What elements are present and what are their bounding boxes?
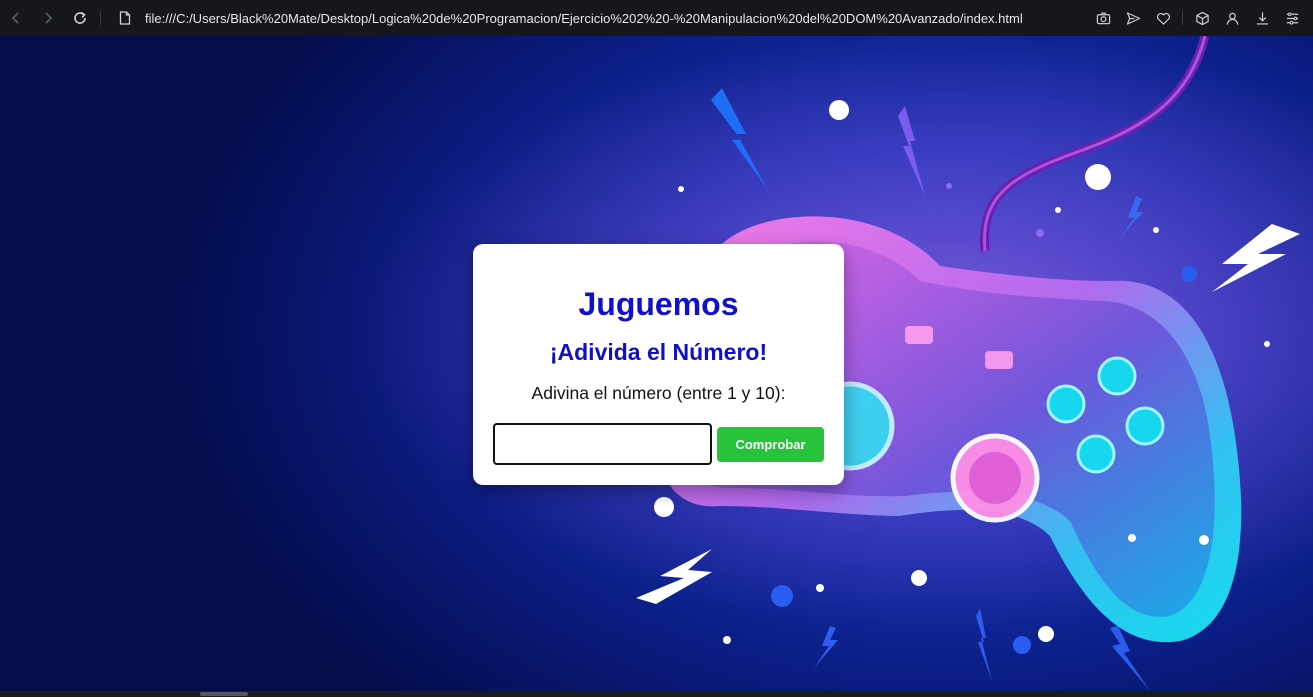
send-icon [1126, 11, 1140, 25]
reload-icon [74, 11, 86, 24]
forward-arrow-icon [45, 12, 53, 24]
profile-icon [1226, 12, 1238, 25]
easy-setup-button[interactable] [1277, 3, 1307, 33]
heart-icon [1156, 12, 1170, 25]
address-bar[interactable]: file:///C:/Users/Black%20Mate/Desktop/Lo… [145, 11, 1023, 26]
page-viewport: Juguemos ¡Adivida el Número! Adivina el … [0, 36, 1313, 691]
send-button[interactable] [1118, 3, 1148, 33]
check-button[interactable]: Comprobar [717, 427, 824, 462]
guess-input[interactable] [493, 423, 712, 465]
game-subtitle: ¡Adivida el Número! [549, 339, 768, 365]
horizontal-scrollbar[interactable] [0, 691, 1313, 697]
guess-form: Comprobar [493, 423, 824, 465]
tools-divider [1182, 11, 1183, 25]
cube-icon [1195, 11, 1209, 25]
download-icon [1256, 11, 1268, 25]
extensions-button[interactable] [1187, 3, 1217, 33]
profile-button[interactable] [1217, 3, 1247, 33]
scrollbar-thumb[interactable] [200, 692, 248, 696]
toolbar-divider [100, 11, 101, 25]
menu-icon [1286, 11, 1298, 25]
game-title: Juguemos [578, 286, 739, 322]
file-page-icon[interactable] [117, 10, 133, 26]
back-button[interactable] [0, 3, 32, 33]
downloads-button[interactable] [1247, 3, 1277, 33]
camera-icon [1096, 12, 1110, 24]
game-card: Juguemos ¡Adivida el Número! Adivina el … [473, 244, 844, 485]
forward-button[interactable] [32, 3, 64, 33]
favorite-button[interactable] [1148, 3, 1178, 33]
toolbar-tools [1088, 0, 1307, 36]
back-arrow-icon [11, 12, 19, 24]
browser-toolbar: file:///C:/Users/Black%20Mate/Desktop/Lo… [0, 0, 1313, 36]
guess-instruction: Adivina el número (entre 1 y 10): [531, 383, 786, 403]
reload-button[interactable] [64, 3, 96, 33]
screenshot-button[interactable] [1088, 3, 1118, 33]
